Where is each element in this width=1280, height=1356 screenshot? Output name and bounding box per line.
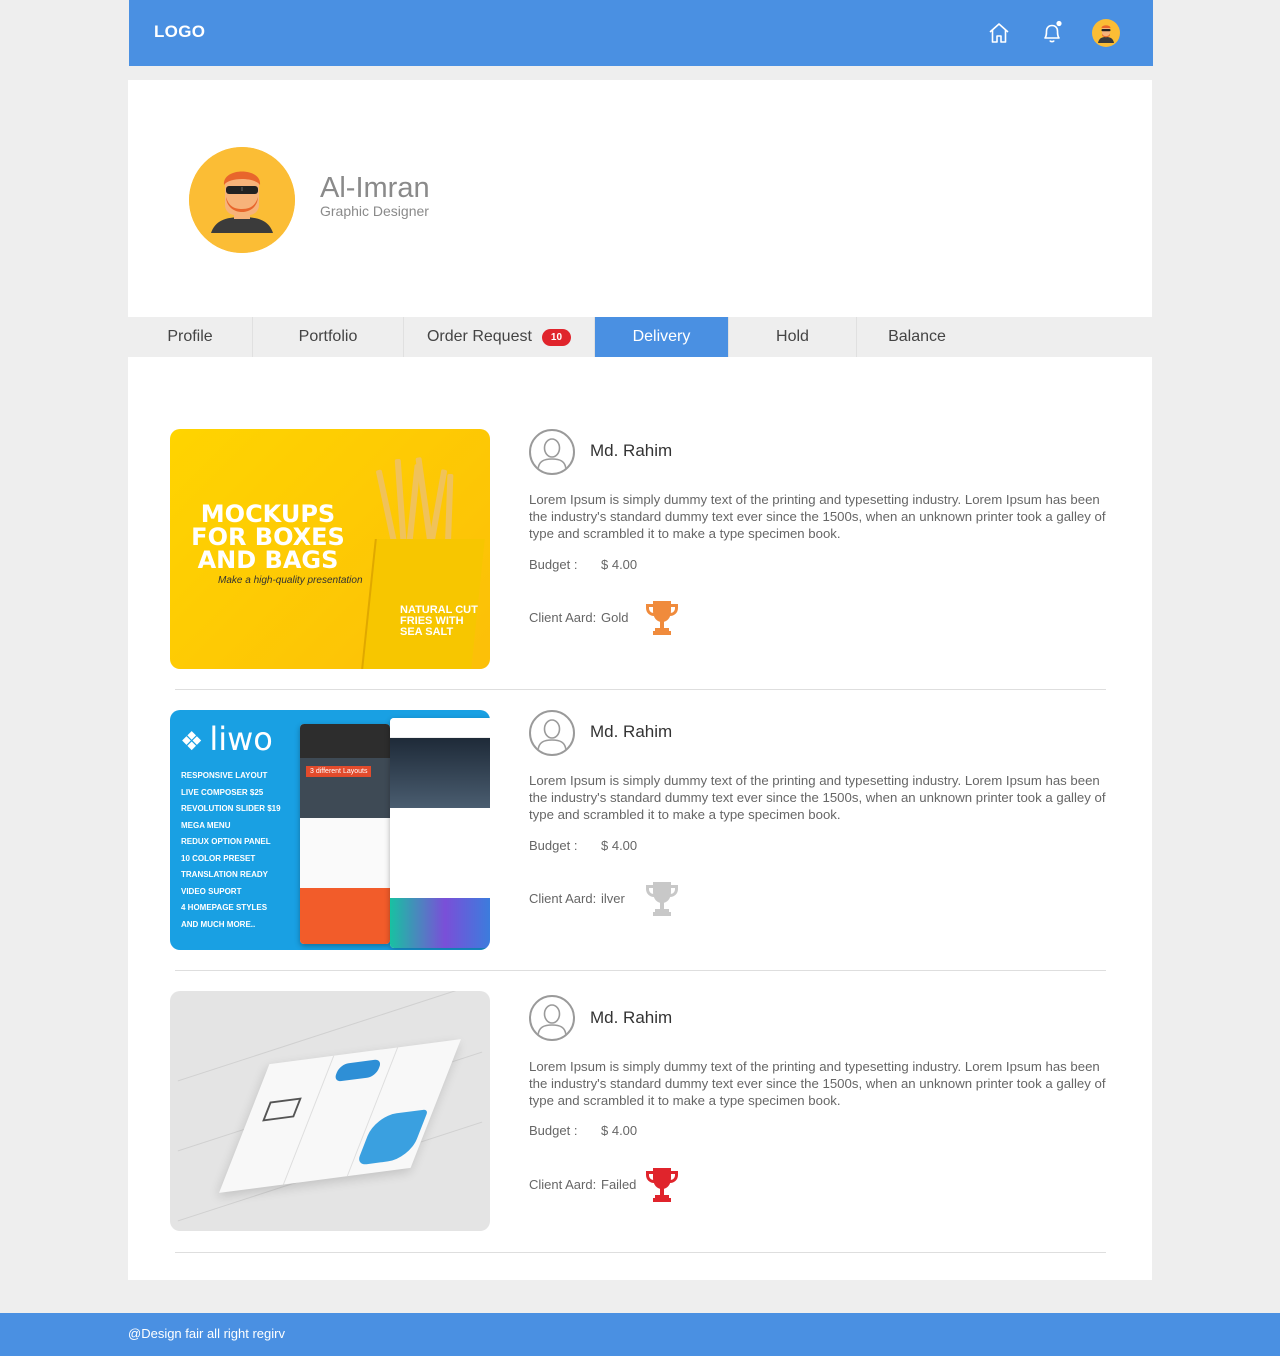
award-label: Client Aard: [529,891,597,906]
delivery-item: ❖ liwo RESPONSIVE LAYOUT LIVE COMPOSER $2… [128,710,1152,972]
delivery-description: Lorem Ipsum is simply dummy text of the … [529,492,1106,541]
budget-value: $ 4.00 [601,557,638,572]
client-name: Md. Rahim [590,441,673,460]
budget-label: Budget : [529,557,578,572]
award-value: ilver [601,891,625,906]
user-avatar-icon[interactable] [1091,18,1121,48]
top-bar: LOGO [129,0,1153,66]
thumbnail-screen-title: 3 different Layouts [306,766,372,777]
divider [175,689,1106,690]
profile-avatar [189,147,295,253]
budget-label: Budget : [529,1123,578,1138]
delivery-thumbnail[interactable]: MOCKUPS FOR BOXES AND BAGS Make a high-q… [170,429,490,669]
client-avatar-icon [529,429,575,475]
delivery-thumbnail[interactable] [170,991,490,1231]
client-avatar-icon [529,710,575,756]
award-value: Failed [601,1177,637,1192]
website-screen-mockup [390,718,490,948]
delivery-description: Lorem Ipsum is simply dummy text of the … [529,1059,1106,1108]
tab-label: Portfolio [298,328,358,345]
tab-bar: Profile Portfolio Order Request 10 Delive… [128,317,1152,357]
client-avatar-icon [529,995,575,1041]
bell-icon[interactable] [1037,18,1067,48]
client-name: Md. Rahim [590,722,673,741]
thumbnail-subline: Make a high-quality presentation [218,575,363,586]
gold-trophy-icon [646,601,678,635]
tab-hold[interactable]: Hold [729,317,857,357]
client-name: Md. Rahim [590,1008,673,1027]
tab-profile[interactable]: Profile [128,317,253,357]
logo[interactable]: LOGO [154,22,205,42]
tab-label: Profile [167,328,213,345]
thumbnail-headline: MOCKUPS FOR BOXES AND BAGS [191,500,345,574]
footer: @Design fair all right regirv [0,1313,1280,1356]
award-label: Client Aard: [529,610,597,625]
designer-avatar-icon [189,147,295,253]
delivery-item: Md. Rahim Lorem Ipsum is simply dummy te… [128,991,1152,1253]
thumbnail-brand-text: liwo [209,720,273,758]
tab-portfolio[interactable]: Portfolio [253,317,404,357]
brochure-mockup [219,1039,461,1193]
tab-delivery[interactable]: Delivery [595,317,729,357]
home-icon[interactable] [984,18,1014,48]
liwo-logo-icon: ❖ [180,727,204,757]
delivery-thumbnail[interactable]: ❖ liwo RESPONSIVE LAYOUT LIVE COMPOSER $2… [170,710,490,950]
delivery-item: MOCKUPS FOR BOXES AND BAGS Make a high-q… [128,429,1152,691]
failed-trophy-icon [646,1168,678,1202]
silver-trophy-icon [646,882,678,916]
budget-value: $ 4.00 [601,1123,638,1138]
budget-value: $ 4.00 [601,838,638,853]
main-card: Al-Imran Graphic Designer Profile Portfo… [128,80,1152,1280]
profile-name: Al-Imran [320,172,430,204]
tab-label: Hold [776,328,809,345]
award-value: Gold [601,610,629,625]
divider [175,1252,1106,1253]
profile-role: Graphic Designer [320,203,429,219]
budget-label: Budget : [529,838,578,853]
website-screen-mockup: 3 different Layouts [300,724,390,944]
tab-label: Delivery [632,328,691,345]
order-count-badge: 10 [541,328,572,346]
thumbnail-features: RESPONSIVE LAYOUT LIVE COMPOSER $25 REVO… [181,771,281,929]
tab-label: Order Request [426,328,532,345]
delivery-description: Lorem Ipsum is simply dummy text of the … [529,773,1106,822]
tab-order-request[interactable]: Order Request 10 [404,317,595,357]
tab-label: Balance [888,328,946,345]
thumbnail-box-text: NATURAL CUT FRIES WITH SEA SALT [400,604,478,638]
divider [175,970,1106,971]
thumbnail-brand: ❖ liwo [180,720,273,758]
footer-copyright: @Design fair all right regirv [128,1326,285,1341]
tab-balance[interactable]: Balance [857,317,977,357]
award-label: Client Aard: [529,1177,597,1192]
